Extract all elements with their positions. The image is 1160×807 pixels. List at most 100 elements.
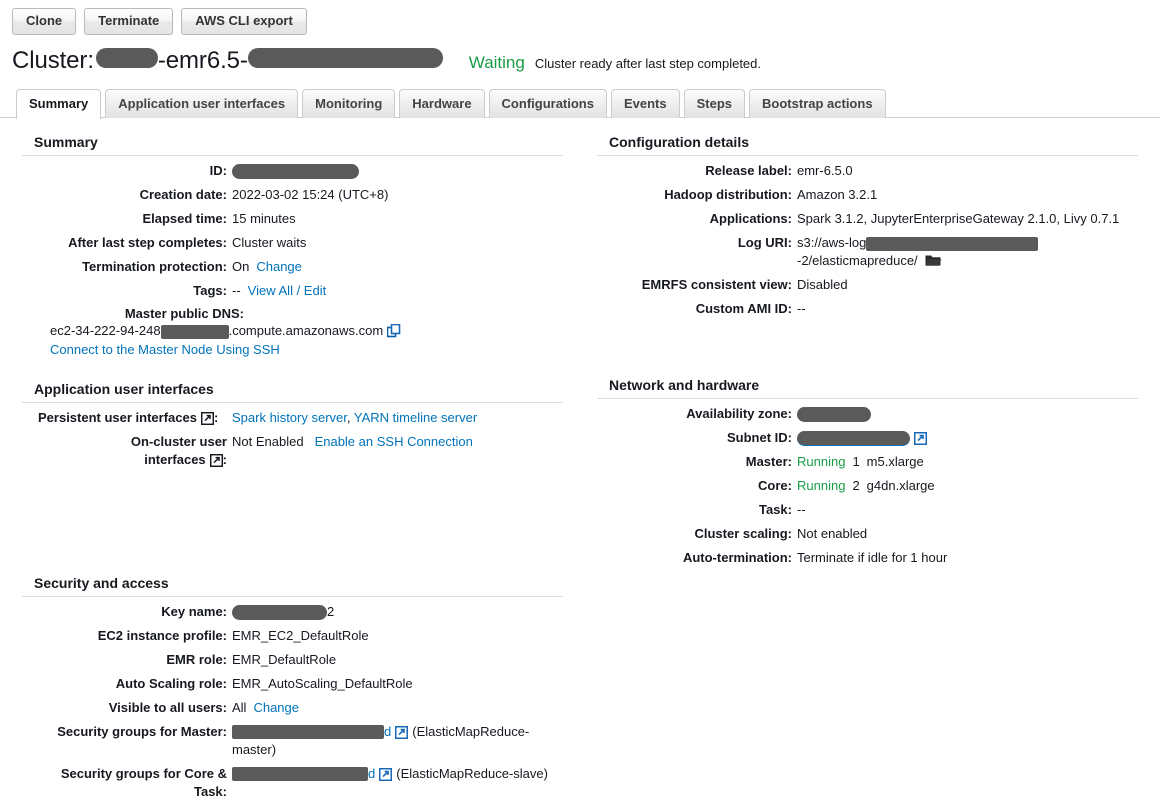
- enable-ssh-connection-link[interactable]: Enable an SSH Connection: [315, 434, 473, 449]
- row-auto-termination: Auto-termination: Terminate if idle for …: [597, 549, 1138, 567]
- master-public-dns-line: ec2-34-222-94-248 .compute.amazonaws.com: [22, 323, 563, 339]
- visible-change-link[interactable]: Change: [253, 700, 299, 715]
- persistent-colon: :: [213, 409, 219, 425]
- tab-summary[interactable]: Summary: [16, 89, 102, 119]
- redacted-cluster-id: [232, 164, 359, 180]
- ssh-link-line: Connect to the Master Node Using SSH: [22, 342, 563, 357]
- key-name-value: 2: [232, 603, 563, 621]
- security-groups-core-note: (ElasticMapReduce-slave): [396, 765, 548, 781]
- redacted-log-uri: [866, 236, 1039, 251]
- tags-view-all-edit-link[interactable]: View All / Edit: [248, 283, 327, 298]
- row-core-node: Core: Running 2 g4dn.xlarge: [597, 477, 1138, 495]
- custom-ami-id-value: --: [797, 301, 806, 316]
- redacted-subnet-id[interactable]: [797, 431, 910, 447]
- oncluster-label-line2: interfaces: [144, 451, 206, 467]
- external-link-icon[interactable]: [395, 725, 409, 739]
- emrfs-consistent-view-value: Disabled: [797, 277, 848, 292]
- row-custom-ami-id: Custom AMI ID: --: [597, 300, 1138, 318]
- emr-role-value: EMR_DefaultRole: [232, 651, 337, 667]
- hadoop-distribution-value: Amazon 3.2.1: [797, 187, 878, 202]
- auto-scaling-role-value: EMR_AutoScaling_DefaultRole: [232, 675, 413, 691]
- redacted-key-name: [232, 604, 327, 620]
- key-name-label: Key name:: [161, 603, 227, 619]
- status-badge: Waiting: [468, 53, 525, 72]
- master-node-state: Running: [797, 454, 846, 469]
- oncluster-user-interfaces-label: On-cluster user interfaces:: [22, 433, 232, 469]
- tab-hardware[interactable]: Hardware: [399, 89, 485, 118]
- core-node-label: Core:: [758, 478, 792, 493]
- folder-icon[interactable]: [925, 254, 942, 268]
- yarn-timeline-server-link[interactable]: YARN timeline server: [354, 410, 477, 425]
- core-node-state: Running: [797, 478, 846, 493]
- termination-protection-change-link[interactable]: Change: [256, 259, 302, 274]
- row-persistent-user-interfaces: Persistent user interfaces: Spark histor…: [22, 409, 563, 427]
- tab-events[interactable]: Events: [610, 89, 680, 118]
- application-ui-section-title: Application user interfaces: [22, 381, 563, 403]
- security-rows: Key name: 2 EC2 instance profile: EMR_EC…: [22, 603, 563, 801]
- log-uri-prefix: s3://aws-log: [797, 235, 867, 250]
- tab-steps[interactable]: Steps: [683, 89, 746, 118]
- redacted-sg-master: [232, 725, 384, 740]
- cluster-scaling-label: Cluster scaling:: [694, 526, 792, 541]
- termination-protection-state: On: [232, 259, 250, 274]
- security-groups-master-link[interactable]: d: [384, 724, 391, 739]
- applications-value: Spark 3.1.2, JupyterEnterpriseGateway 2.…: [797, 211, 1120, 226]
- log-uri-label: Log URI:: [737, 235, 792, 250]
- row-key-name: Key name: 2: [22, 603, 563, 621]
- configuration-rows: Release label: emr-6.5.0 Hadoop distribu…: [597, 162, 1138, 318]
- network-section-title: Network and hardware: [597, 377, 1138, 399]
- master-node-type: m5.xlarge: [866, 454, 924, 469]
- oncluster-state: Not Enabled: [232, 433, 304, 449]
- row-auto-scaling-role: Auto Scaling role: EMR_AutoScaling_Defau…: [22, 675, 563, 693]
- action-toolbar: Clone Terminate AWS CLI export: [0, 0, 1160, 35]
- subnet-id-value: [797, 429, 1138, 447]
- security-groups-core-label-line2: Task:: [194, 783, 227, 799]
- connect-ssh-link[interactable]: Connect to the Master Node Using SSH: [50, 342, 280, 357]
- creation-date-value: 2022-03-02 15:24 (UTC+8): [232, 187, 389, 202]
- after-last-step-value: Cluster waits: [232, 235, 307, 250]
- external-link-icon[interactable]: [379, 767, 393, 781]
- tab-configurations[interactable]: Configurations: [488, 89, 607, 118]
- auto-termination-value: Terminate if idle for 1 hour: [797, 550, 948, 565]
- elapsed-time-label: Elapsed time:: [142, 211, 227, 226]
- custom-ami-id-label: Custom AMI ID:: [695, 301, 792, 316]
- tags-value: -- View All / Edit: [232, 282, 563, 300]
- tags-text: --: [232, 283, 241, 298]
- termination-protection-value: On Change: [232, 258, 563, 276]
- spark-history-server-link[interactable]: Spark history server: [232, 410, 347, 425]
- security-groups-core-link[interactable]: d: [368, 766, 375, 781]
- aws-cli-export-button[interactable]: AWS CLI export: [181, 8, 307, 35]
- applications-label: Applications:: [709, 211, 792, 226]
- core-node-count: 2: [852, 478, 860, 493]
- copy-icon[interactable]: [387, 324, 401, 338]
- row-subnet-id: Subnet ID:: [597, 429, 1138, 447]
- redacted-availability-zone: [797, 407, 871, 423]
- redacted-sg-core: [232, 767, 368, 782]
- external-link-icon: [209, 453, 223, 467]
- row-after-last-step: After last step completes: Cluster waits: [22, 234, 563, 252]
- master-node-count: 1: [852, 454, 860, 469]
- log-uri-suffix: -2/elasticmapreduce/: [797, 253, 918, 268]
- external-link-icon[interactable]: [914, 432, 927, 445]
- row-creation-date: Creation date: 2022-03-02 15:24 (UTC+8): [22, 186, 563, 204]
- row-log-uri: Log URI: s3://aws-log -2/elasticmapreduce…: [597, 234, 1138, 270]
- master-node-label: Master:: [745, 454, 792, 469]
- row-ec2-instance-profile: EC2 instance profile: EMR_EC2_DefaultRol…: [22, 627, 563, 645]
- hadoop-distribution-label: Hadoop distribution:: [664, 187, 792, 202]
- security-groups-core-label-line1: Security groups for Core &: [60, 765, 227, 781]
- emr-role-label: EMR role:: [166, 651, 227, 667]
- clone-button[interactable]: Clone: [12, 8, 77, 35]
- application-ui-rows: Persistent user interfaces: Spark histor…: [22, 409, 563, 469]
- tab-monitoring[interactable]: Monitoring: [302, 89, 396, 118]
- terminate-button[interactable]: Terminate: [84, 8, 174, 35]
- cluster-name-middle: -emr6.5-: [157, 47, 248, 74]
- tab-bootstrap-actions[interactable]: Bootstrap actions: [749, 89, 886, 118]
- status-message: Cluster ready after last step completed.: [534, 56, 762, 71]
- core-node-type: g4dn.xlarge: [866, 478, 935, 493]
- after-last-step-label: After last step completes:: [68, 235, 227, 250]
- tab-application-user-interfaces[interactable]: Application user interfaces: [105, 89, 299, 118]
- emrfs-consistent-view-label: EMRFS consistent view:: [641, 277, 792, 292]
- key-name-suffix: 2: [327, 603, 335, 619]
- security-groups-master-label: Security groups for Master:: [57, 723, 227, 739]
- row-applications: Applications: Spark 3.1.2, JupyterEnterp…: [597, 210, 1138, 228]
